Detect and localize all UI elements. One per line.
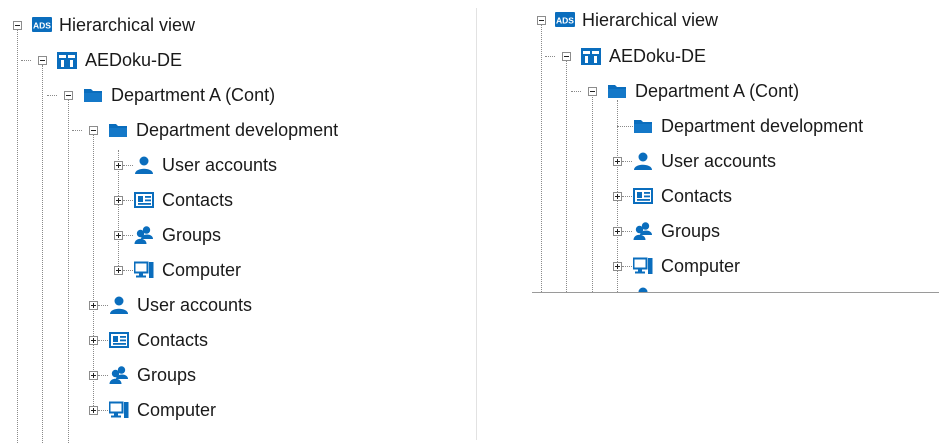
expand-toggle[interactable] (114, 161, 123, 170)
tree-guide-line (42, 65, 43, 443)
tree-connector (98, 340, 108, 341)
expand-toggle[interactable] (114, 231, 123, 240)
tree-node-groups[interactable]: Groups (162, 224, 221, 246)
right-tree-view[interactable]: Hierarchical view AEDoku-DE Department A… (532, 0, 939, 293)
folder-icon (607, 81, 627, 101)
tree-connector (545, 56, 555, 57)
domain-icon (57, 50, 77, 70)
tree-node-domain[interactable]: AEDoku-DE (609, 45, 706, 67)
expand-toggle[interactable] (613, 157, 622, 166)
collapse-toggle[interactable] (562, 52, 571, 61)
folder-icon (633, 116, 653, 136)
tree-connector (98, 375, 108, 376)
computer-icon (134, 260, 154, 280)
group-icon (134, 225, 154, 245)
tree-node-sub-ou[interactable]: Department development (136, 119, 338, 141)
tree-node-user-accounts[interactable]: User accounts (137, 294, 252, 316)
expand-toggle[interactable] (89, 406, 98, 415)
contact-card-icon (633, 186, 653, 206)
tree-connector (622, 266, 632, 267)
tree-guide-line (93, 135, 94, 410)
user-icon (109, 295, 129, 315)
expand-toggle[interactable] (114, 196, 123, 205)
tree-connector (98, 305, 108, 306)
expand-toggle[interactable] (114, 266, 123, 275)
tree-node-user-accounts[interactable]: User accounts (162, 154, 277, 176)
collapse-toggle[interactable] (13, 21, 22, 30)
tree-node-contacts[interactable]: Contacts (162, 189, 233, 211)
tree-guide-line (592, 95, 593, 292)
collapse-toggle[interactable] (64, 91, 73, 100)
user-icon (633, 151, 653, 171)
tree-connector (123, 200, 133, 201)
tree-node-groups[interactable]: Groups (137, 364, 196, 386)
contact-card-icon (134, 190, 154, 210)
tree-node-computer[interactable]: Computer (661, 255, 740, 277)
panel-divider (476, 8, 477, 440)
expand-toggle[interactable] (613, 192, 622, 201)
tree-connector (622, 231, 632, 232)
collapse-toggle[interactable] (38, 56, 47, 65)
tree-guide-line (541, 24, 542, 292)
tree-guide-line (17, 30, 18, 443)
tree-connector (123, 235, 133, 236)
tree-node-ou[interactable]: Department A (Cont) (635, 80, 799, 102)
expand-toggle[interactable] (89, 301, 98, 310)
tree-connector (98, 410, 108, 411)
group-icon (633, 221, 653, 241)
tree-node-root[interactable]: Hierarchical view (582, 9, 718, 31)
group-icon (109, 365, 129, 385)
tree-node-user-accounts[interactable]: User accounts (661, 150, 776, 172)
tree-connector (47, 95, 57, 96)
collapse-toggle[interactable] (537, 16, 546, 25)
folder-icon (83, 85, 103, 105)
domain-icon (581, 46, 601, 66)
computer-icon (109, 400, 129, 420)
tree-node-root[interactable]: Hierarchical view (59, 14, 195, 36)
tree-node-domain[interactable]: AEDoku-DE (85, 49, 182, 71)
tree-node-ou[interactable]: Department A (Cont) (111, 84, 275, 106)
computer-icon (633, 256, 653, 276)
tree-connector (622, 196, 632, 197)
ads-icon (555, 10, 575, 30)
tree-node-sub-ou[interactable]: Department development (661, 115, 863, 137)
expand-toggle[interactable] (89, 371, 98, 380)
expand-toggle[interactable] (613, 227, 622, 236)
tree-guide-line (68, 100, 69, 443)
ads-icon (32, 15, 52, 35)
tree-connector (571, 91, 581, 92)
left-tree-view[interactable]: Hierarchical view AEDoku-DE Department A… (0, 0, 470, 443)
contact-card-icon (109, 330, 129, 350)
tree-guide-line (566, 59, 567, 292)
expand-toggle[interactable] (89, 336, 98, 345)
tree-connector (72, 130, 82, 131)
tree-connector (21, 60, 31, 61)
tree-node-computer[interactable]: Computer (162, 259, 241, 281)
tree-node-contacts[interactable]: Contacts (137, 329, 208, 351)
expand-toggle[interactable] (613, 262, 622, 271)
tree-node-contacts[interactable]: Contacts (661, 185, 732, 207)
user-icon (134, 155, 154, 175)
tree-connector (123, 165, 133, 166)
tree-node-groups[interactable]: Groups (661, 220, 720, 242)
collapse-toggle[interactable] (89, 126, 98, 135)
user-icon (633, 286, 653, 293)
folder-icon (108, 120, 128, 140)
tree-connector (123, 270, 133, 271)
collapse-toggle[interactable] (588, 87, 597, 96)
tree-connector (622, 161, 632, 162)
tree-node-computer[interactable]: Computer (137, 399, 216, 421)
